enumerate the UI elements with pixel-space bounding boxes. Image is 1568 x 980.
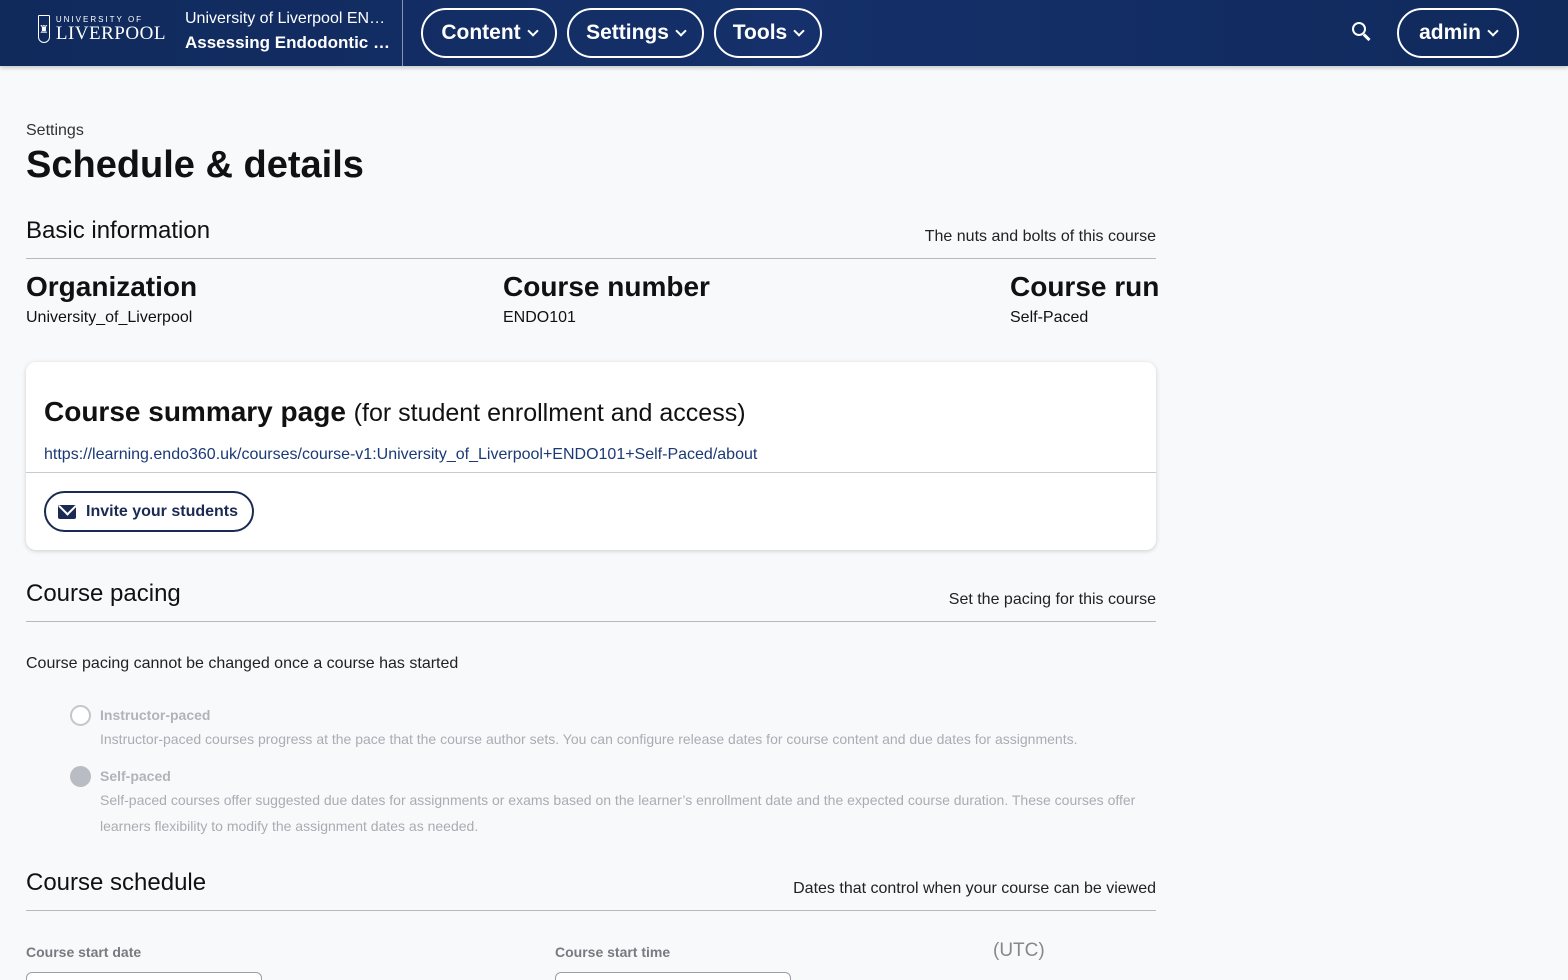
self-paced-radio[interactable] (70, 766, 91, 787)
course-summary-heading: Course summary page (44, 396, 346, 427)
user-menu-label: admin (1419, 21, 1481, 44)
course-summary-suffix: (for student enrollment and access) (353, 399, 746, 427)
user-menu-button[interactable]: admin (1397, 8, 1519, 58)
course-org-line: University of Liverpool ENDO101 (185, 10, 390, 27)
course-schedule-title: Course schedule (26, 869, 207, 896)
organization-value: University_of_Liverpool (26, 309, 193, 326)
settings-menu-button[interactable]: Settings (567, 8, 704, 58)
instructor-paced-description: Instructor-paced courses progress at the… (100, 731, 1078, 747)
section-divider (26, 258, 1156, 259)
content-menu-button[interactable]: Content (421, 8, 557, 58)
instructor-paced-radio[interactable] (70, 705, 91, 726)
logo-big-text: LIVERPOOL (55, 22, 166, 44)
page-title: Schedule & details (26, 144, 364, 186)
search-icon[interactable] (1352, 22, 1372, 42)
course-pacing-subtitle: Set the pacing for this course (948, 591, 1156, 608)
settings-menu-label: Settings (586, 21, 669, 44)
course-name-line: Assessing Endodontic Cases (185, 33, 390, 52)
top-header: ♜ UNIVERSITY OF LIVERPOOL University of … (0, 0, 1568, 66)
section-divider (26, 910, 1156, 911)
chevron-down-icon (675, 24, 687, 37)
basic-info-subtitle: The nuts and bolts of this course (924, 228, 1156, 245)
start-time-input[interactable] (555, 972, 791, 980)
university-logo[interactable]: ♜ UNIVERSITY OF LIVERPOOL (38, 12, 165, 46)
timezone-label: (UTC) (993, 940, 1045, 961)
course-summary-card: Course summary page (for student enrollm… (26, 362, 1156, 550)
course-summary-link[interactable]: https://learning.endo360.uk/courses/cour… (44, 446, 757, 464)
self-paced-label[interactable]: Self-paced (100, 768, 171, 784)
course-run-value: Self-Paced (1010, 309, 1089, 326)
start-date-input[interactable] (26, 972, 262, 980)
chevron-down-icon (1487, 24, 1499, 37)
course-title-block: University of Liverpool ENDO101 Assessin… (185, 10, 390, 53)
logo-wordmark: UNIVERSITY OF LIVERPOOL (55, 15, 166, 44)
start-time-label: Course start time (555, 944, 671, 960)
mail-icon (58, 504, 76, 519)
chevron-down-icon (793, 24, 805, 37)
organization-label: Organization (26, 271, 198, 302)
course-number-label: Course number (503, 271, 710, 302)
pacing-note: Course pacing cannot be changed once a c… (26, 655, 459, 672)
section-divider (26, 621, 1156, 622)
course-number-value: ENDO101 (503, 309, 576, 326)
invite-students-label: Invite your students (86, 502, 239, 520)
content-menu-label: Content (441, 21, 521, 44)
card-divider (26, 472, 1156, 473)
chevron-down-icon (526, 24, 539, 37)
start-date-label: Course start date (26, 944, 142, 960)
shield-icon: ♜ (38, 15, 50, 43)
instructor-paced-label[interactable]: Instructor-paced (100, 707, 210, 723)
course-schedule-subtitle: Dates that control when your course can … (793, 880, 1156, 897)
course-summary-title: Course summary page (for student enrollm… (44, 396, 746, 428)
basic-info-title: Basic information (26, 217, 211, 244)
tools-menu-button[interactable]: Tools (714, 8, 822, 58)
invite-students-button[interactable]: Invite your students (44, 491, 254, 532)
course-run-label: Course run (1010, 271, 1160, 302)
breadcrumb: Settings (26, 122, 84, 139)
course-pacing-title: Course pacing (26, 580, 181, 607)
self-paced-description: Self-paced courses offer suggested due d… (100, 792, 1136, 834)
header-divider (402, 0, 403, 66)
tools-menu-label: Tools (732, 21, 788, 44)
